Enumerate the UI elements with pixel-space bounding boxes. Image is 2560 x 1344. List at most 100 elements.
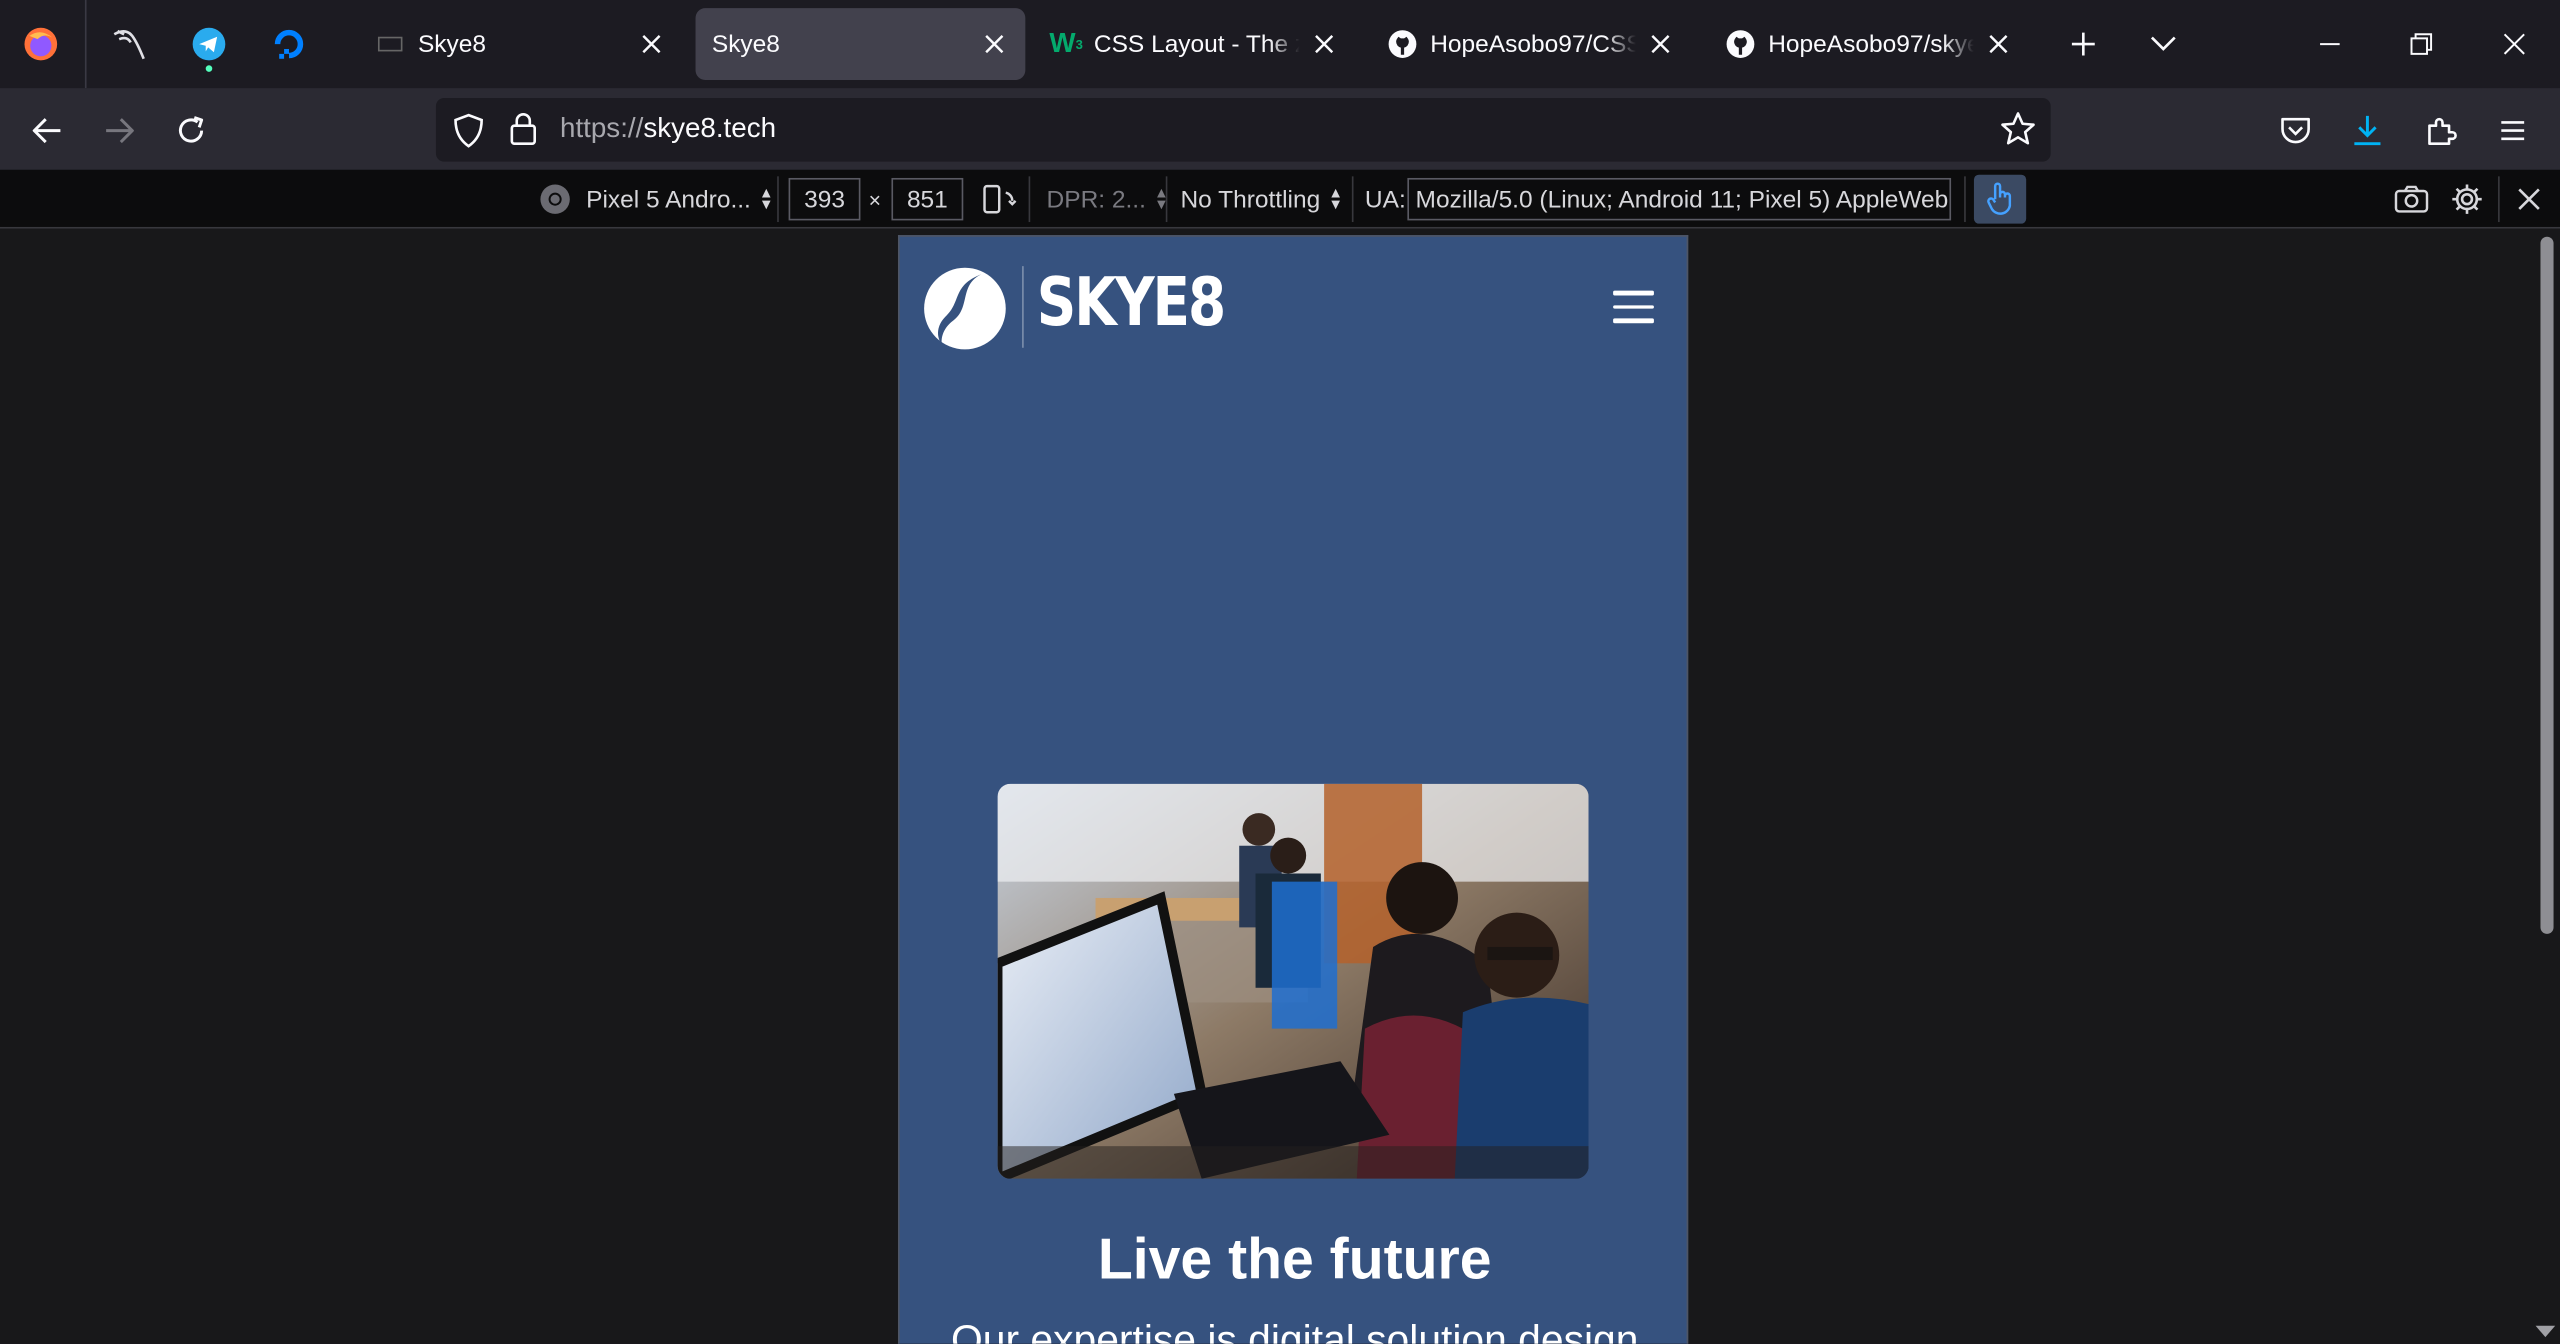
skye8-favicon-icon xyxy=(376,29,405,58)
device-viewport[interactable]: SKYE8 Live the future Our expertise is d… xyxy=(897,235,1689,1344)
tab-title: CSS Layout - The z-index Property xyxy=(1093,30,1300,58)
device-selector[interactable]: Pixel 5 Andro... ▲ ▼ xyxy=(539,170,774,229)
toolbar-separator xyxy=(1028,176,1031,223)
rotate-device-icon xyxy=(983,184,1017,214)
restore-button[interactable] xyxy=(2400,23,2442,65)
tab-2-active[interactable]: Skye8 xyxy=(695,8,1026,81)
digitalocean-icon xyxy=(274,29,304,59)
list-all-tabs-button[interactable] xyxy=(2142,23,2184,65)
touch-simulation-toggle[interactable] xyxy=(1973,174,2027,224)
skye8-logo-icon[interactable] xyxy=(922,266,1007,351)
user-agent-input[interactable]: Mozilla/5.0 (Linux; Android 11; Pixel 5)… xyxy=(1407,177,1952,221)
scroll-down-arrow-icon[interactable] xyxy=(2535,1325,2556,1338)
close-tab-icon[interactable] xyxy=(637,29,666,58)
tab-1[interactable]: Skye8 xyxy=(359,8,682,80)
dimension-times: × xyxy=(868,186,881,212)
vertical-scrollbar-thumb[interactable] xyxy=(2540,236,2554,934)
responsive-design-toolbar: Pixel 5 Andro... ▲ ▼ 393 × 851 DPR: 2... … xyxy=(0,169,2560,229)
minimize-icon xyxy=(2320,43,2340,46)
settings-button[interactable] xyxy=(2451,170,2484,229)
pocket-button[interactable] xyxy=(2269,104,2321,156)
toolbar-separator xyxy=(1351,176,1354,223)
close-tab-icon[interactable] xyxy=(1984,29,2013,58)
close-window-button[interactable] xyxy=(2493,23,2535,65)
tab-3[interactable]: W3 CSS Layout - The z-index Property xyxy=(1035,8,1355,80)
logo-divider xyxy=(1022,266,1024,348)
url-bar[interactable]: https://skye8.tech xyxy=(435,97,2051,162)
hamburger-menu-icon[interactable] xyxy=(1613,290,1654,324)
url-host: skye8.tech xyxy=(643,112,777,144)
github-icon xyxy=(1726,29,1755,58)
camera-icon xyxy=(2394,185,2429,213)
puzzle-piece-icon xyxy=(2428,117,2457,145)
brand-wordmark[interactable]: SKYE8 xyxy=(1037,263,1226,341)
toolbar-separator xyxy=(1165,176,1168,223)
lock-icon[interactable] xyxy=(509,111,537,155)
extensions-button[interactable] xyxy=(2415,104,2467,156)
close-tab-icon[interactable] xyxy=(1646,29,1675,58)
viewport-height-input[interactable]: 851 xyxy=(891,177,964,221)
minimize-button[interactable] xyxy=(2309,23,2351,65)
toolbar-separator xyxy=(1964,176,1966,223)
pinned-tab-digitalocean[interactable] xyxy=(264,20,313,69)
url-text[interactable]: https://skye8.tech xyxy=(560,113,776,146)
firefox-view-button[interactable] xyxy=(16,20,65,69)
telegram-icon xyxy=(192,27,226,61)
back-arrow-icon xyxy=(32,118,61,144)
toolbar-separator xyxy=(2498,176,2500,223)
dpr-selector[interactable]: DPR: 2... ▲ ▼ xyxy=(1046,170,1169,229)
chevron-down-icon xyxy=(2150,36,2176,51)
tab-notification-dot xyxy=(205,65,213,72)
chrome-browser-icon xyxy=(540,184,570,214)
reload-icon xyxy=(178,116,204,143)
navigation-toolbar: https://skye8.tech xyxy=(0,88,2560,170)
pinned-tab-telegram[interactable] xyxy=(184,20,233,72)
tab-strip: Skye8 Skye8 W3 CSS Layout - The z-index … xyxy=(0,0,2560,89)
tab-4[interactable]: HopeAsobo97/CSS-Essentials xyxy=(1371,8,1691,80)
gear-icon xyxy=(2452,184,2482,214)
sort-arrows-icon: ▲ ▼ xyxy=(759,184,774,213)
pinned-tab-kali[interactable] xyxy=(104,20,153,69)
sort-arrows-icon: ▲ ▼ xyxy=(1328,184,1343,213)
bookmark-star-icon[interactable] xyxy=(2000,111,2036,155)
firefox-icon xyxy=(24,27,58,61)
kali-dragon-icon xyxy=(113,29,145,60)
back-button[interactable] xyxy=(21,104,73,156)
hero-image xyxy=(997,783,1589,1179)
tab-title: Skye8 xyxy=(417,30,487,58)
touch-hand-icon xyxy=(1987,182,2012,215)
screenshot-button[interactable] xyxy=(2394,170,2430,229)
new-tab-button[interactable] xyxy=(2062,23,2104,65)
user-agent-label: UA: xyxy=(1364,185,1406,214)
tab-title: HopeAsobo97/skye8 xyxy=(1768,30,1974,58)
device-name: Pixel 5 Andro... xyxy=(586,185,751,214)
close-icon xyxy=(2503,33,2525,55)
dpr-value: DPR: 2... xyxy=(1046,185,1146,214)
rotate-viewport-button[interactable] xyxy=(981,170,1017,229)
tracking-protection-shield-icon[interactable] xyxy=(452,113,485,157)
tab-title: HopeAsobo97/CSS-Essentials xyxy=(1430,30,1636,58)
plus-icon xyxy=(2071,32,2095,56)
viewport-width-input[interactable]: 393 xyxy=(788,177,861,221)
hero-title: Live the future xyxy=(1097,1227,1492,1292)
forward-arrow-icon xyxy=(106,118,134,144)
network-throttling-selector[interactable]: No Throttling ▲ ▼ xyxy=(1180,170,1343,229)
browser-window: Skye8 Skye8 W3 CSS Layout - The z-index … xyxy=(0,0,2560,1344)
downloads-button[interactable] xyxy=(2341,104,2393,156)
w3schools-icon: W3 xyxy=(1049,27,1083,59)
close-rdm-button[interactable] xyxy=(2516,170,2542,229)
forward-button[interactable] xyxy=(93,104,145,156)
hamburger-menu-icon xyxy=(2501,121,2525,141)
throttling-value: No Throttling xyxy=(1180,185,1321,214)
pocket-icon xyxy=(2281,117,2310,144)
tab-5[interactable]: HopeAsobo97/skye8 xyxy=(1709,8,2029,80)
hero-subtitle: Our expertise is digital solution design xyxy=(950,1317,1639,1344)
reload-button[interactable] xyxy=(165,104,217,156)
close-tab-icon[interactable] xyxy=(980,29,1009,58)
close-icon xyxy=(2518,188,2540,210)
content-area: SKYE8 Live the future Our expertise is d… xyxy=(0,228,2560,1344)
app-menu-button[interactable] xyxy=(2487,104,2539,156)
close-tab-icon[interactable] xyxy=(1309,29,1338,58)
tab-strip-separator xyxy=(84,0,87,89)
url-protocol: https:// xyxy=(560,112,644,144)
